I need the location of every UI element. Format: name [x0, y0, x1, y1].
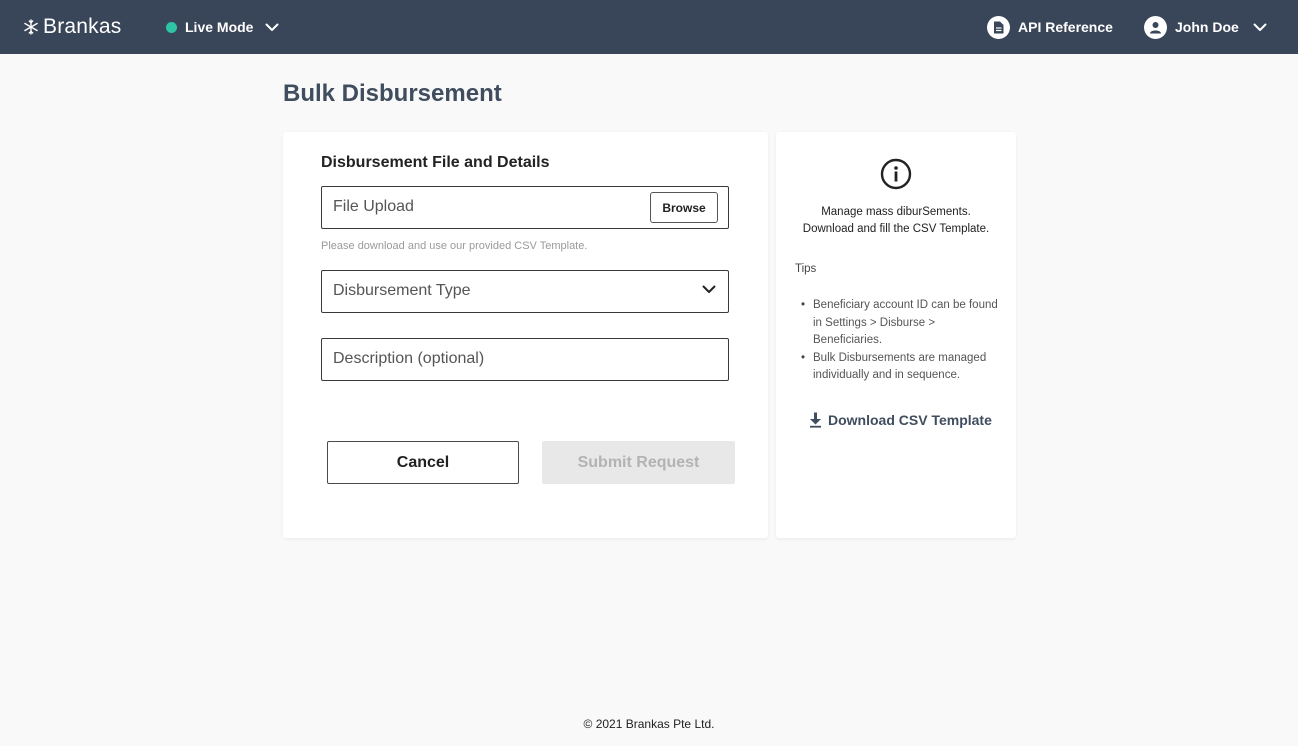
- description-input[interactable]: Description (optional): [321, 338, 729, 381]
- tip-item: Beneficiary account ID can be found in S…: [801, 297, 1001, 350]
- disbursement-type-select[interactable]: Disbursement Type: [321, 270, 729, 313]
- description-placeholder: Description (optional): [333, 350, 485, 367]
- info-summary: Manage mass diburSements. Download and f…: [776, 204, 1016, 238]
- snowflake-logo-icon: [24, 19, 38, 35]
- download-csv-template-label: Download CSV Template: [828, 412, 992, 428]
- download-csv-template-link[interactable]: Download CSV Template: [809, 412, 992, 428]
- page-title: Bulk Disbursement: [283, 80, 502, 107]
- top-navbar: Brankas Live Mode API Reference John Doe: [0, 0, 1298, 54]
- tips-title: Tips: [795, 263, 817, 275]
- api-reference-link[interactable]: API Reference: [987, 15, 1113, 39]
- footer-copyright: © 2021 Brankas Pte Ltd.: [583, 717, 715, 731]
- form-card-title: Disbursement File and Details: [321, 154, 550, 171]
- disbursement-form-card: Disbursement File and Details File Uploa…: [283, 132, 768, 538]
- tip-item: Bulk Disbursements are managed individua…: [801, 350, 1001, 385]
- chevron-down-icon: [1253, 23, 1267, 31]
- live-status-dot: [166, 21, 177, 33]
- brand-name: Brankas: [43, 15, 122, 38]
- user-circle-icon: [1144, 15, 1167, 39]
- user-menu[interactable]: John Doe: [1144, 15, 1267, 39]
- cancel-button[interactable]: Cancel: [327, 441, 519, 484]
- info-side-panel: Manage mass diburSements. Download and f…: [776, 132, 1016, 538]
- info-circle-icon: [880, 158, 912, 190]
- file-upload-field[interactable]: File Upload Browse: [321, 186, 729, 229]
- document-icon: [987, 15, 1010, 39]
- submit-request-button[interactable]: Submit Request: [542, 441, 735, 484]
- info-summary-line-1: Manage mass diburSements.: [821, 206, 971, 218]
- info-summary-line-2: Download and fill the CSV Template.: [802, 223, 990, 235]
- user-name: John Doe: [1175, 19, 1239, 35]
- file-upload-placeholder: File Upload: [333, 198, 414, 215]
- mode-label: Live Mode: [185, 19, 254, 35]
- upload-helper-text: Please download and use our provided CSV…: [321, 240, 588, 252]
- api-reference-label: API Reference: [1018, 19, 1113, 35]
- chevron-down-icon: [702, 285, 716, 293]
- chevron-down-icon: [265, 23, 279, 31]
- disbursement-type-placeholder: Disbursement Type: [333, 282, 471, 299]
- tips-list: Beneficiary account ID can be found in S…: [801, 297, 1001, 385]
- browse-button[interactable]: Browse: [650, 192, 718, 223]
- mode-selector[interactable]: Live Mode: [166, 15, 279, 39]
- brand-logo[interactable]: Brankas: [23, 14, 121, 40]
- download-icon: [810, 412, 821, 428]
